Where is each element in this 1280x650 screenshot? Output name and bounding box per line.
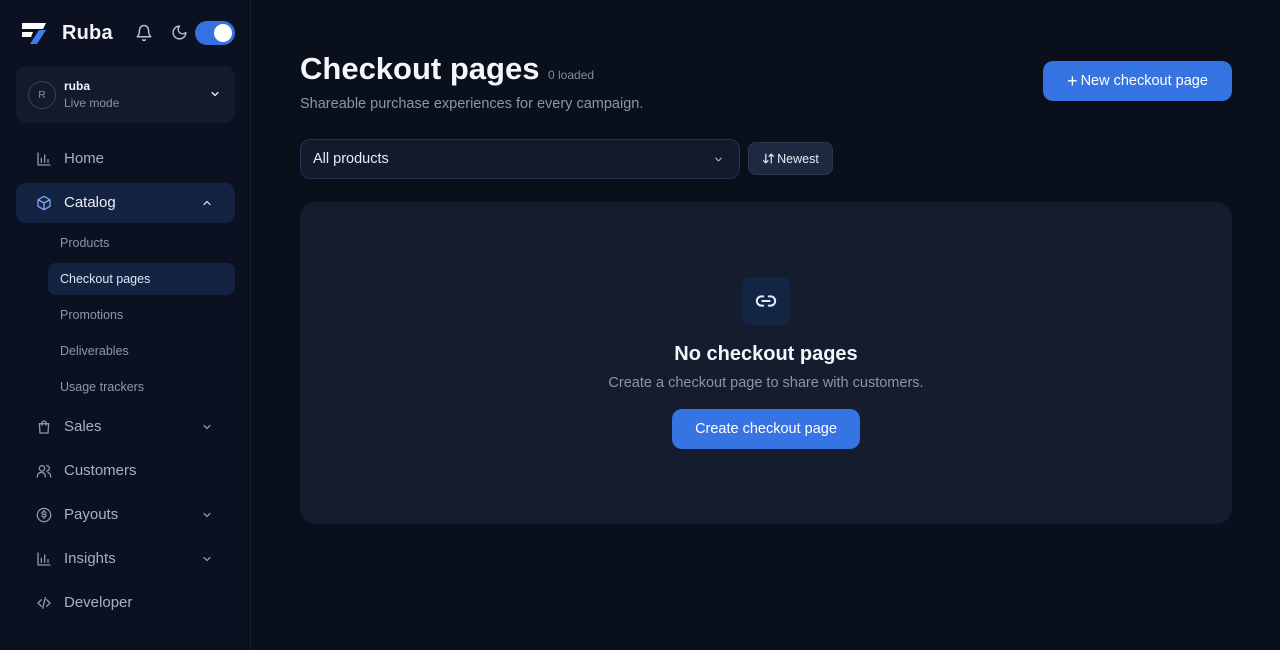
page-title: Checkout pages [300, 51, 540, 86]
sidebar-item-label: Payouts [64, 506, 119, 523]
product-filter-value: All products [313, 151, 389, 167]
moon-icon[interactable] [171, 24, 188, 41]
sidebar-subitem-label: Products [60, 236, 110, 250]
create-checkout-page-button[interactable]: Create checkout page [672, 409, 860, 449]
sidebar-subitem-label: Promotions [60, 308, 124, 322]
sidebar-subitem-label: Checkout pages [60, 272, 151, 286]
new-button-label: New checkout page [1080, 73, 1208, 89]
empty-state-icon [742, 277, 790, 325]
avatar: R [28, 81, 56, 109]
sidebar-subitem-products[interactable]: Products [48, 227, 235, 259]
new-checkout-page-button[interactable]: + New checkout page [1043, 61, 1232, 101]
account-mode: Live mode [64, 96, 120, 110]
chevron-up-icon [203, 200, 211, 206]
sidebar-item-label: Customers [64, 462, 137, 479]
brand-name: Ruba [62, 21, 113, 44]
brand[interactable]: Ruba [20, 20, 113, 46]
chevron-down-icon [203, 556, 211, 562]
shopping-bag-icon [38, 420, 50, 434]
box-icon [37, 195, 51, 211]
empty-state-card: No checkout pages Create a checkout page… [300, 202, 1232, 524]
page-subtitle: Shareable purchase experiences for every… [300, 96, 644, 112]
sidebar-subitem-promotions[interactable]: Promotions [48, 299, 235, 331]
plus-icon: + [1067, 71, 1078, 91]
sidebar-item-payouts[interactable]: Payouts [16, 495, 235, 535]
sidebar-item-insights[interactable]: Insights [16, 539, 235, 579]
sidebar-subitem-label: Usage trackers [60, 380, 145, 394]
loaded-count: 0 loaded [548, 68, 595, 82]
sidebar-item-label: Catalog [64, 194, 116, 211]
chevron-down-icon [203, 424, 211, 430]
chevron-down-icon [715, 157, 722, 162]
product-filter-select[interactable]: All products [300, 139, 740, 179]
sidebar: Ruba R ruba Live mode Home Catalog Produ… [0, 0, 251, 650]
code-icon [37, 597, 51, 609]
main-content: Checkout pages 0 loaded Shareable purcha… [252, 0, 1280, 650]
sidebar-item-label: Home [64, 150, 105, 167]
chevron-down-icon [211, 91, 219, 97]
sidebar-subitem-label: Deliverables [60, 344, 129, 358]
dollar-circle-icon [36, 507, 52, 523]
sort-arrows-icon [763, 153, 775, 164]
sort-label: Newest [777, 151, 819, 166]
sidebar-item-label: Insights [64, 550, 116, 567]
account-name: ruba [64, 79, 91, 93]
sort-button[interactable]: Newest [748, 142, 833, 175]
bar-chart-icon [37, 552, 51, 566]
empty-state-text: Create a checkout page to share with cus… [608, 375, 924, 391]
sidebar-subitem-usage-trackers[interactable]: Usage trackers [48, 371, 235, 403]
sidebar-item-home[interactable]: Home [16, 139, 235, 179]
sidebar-subitem-deliverables[interactable]: Deliverables [48, 335, 235, 367]
chevron-down-icon [203, 512, 211, 518]
sidebar-item-developer[interactable]: Developer [16, 583, 235, 623]
theme-toggle[interactable] [195, 21, 235, 45]
account-switcher[interactable]: R ruba Live mode [16, 66, 235, 123]
sidebar-item-customers[interactable]: Customers [16, 451, 235, 491]
sidebar-item-sales[interactable]: Sales [16, 407, 235, 447]
sidebar-item-label: Developer [64, 594, 133, 611]
link-icon [755, 295, 777, 307]
sidebar-subitem-checkout-pages[interactable]: Checkout pages [48, 263, 235, 295]
ruba-logo-icon [22, 23, 46, 44]
bell-icon[interactable] [135, 24, 153, 42]
sidebar-item-catalog[interactable]: Catalog [16, 183, 235, 223]
toggle-knob [214, 24, 232, 42]
sidebar-item-label: Sales [64, 418, 102, 435]
bar-chart-icon [37, 152, 51, 166]
users-icon [36, 465, 52, 478]
empty-state-title: No checkout pages [674, 343, 858, 365]
